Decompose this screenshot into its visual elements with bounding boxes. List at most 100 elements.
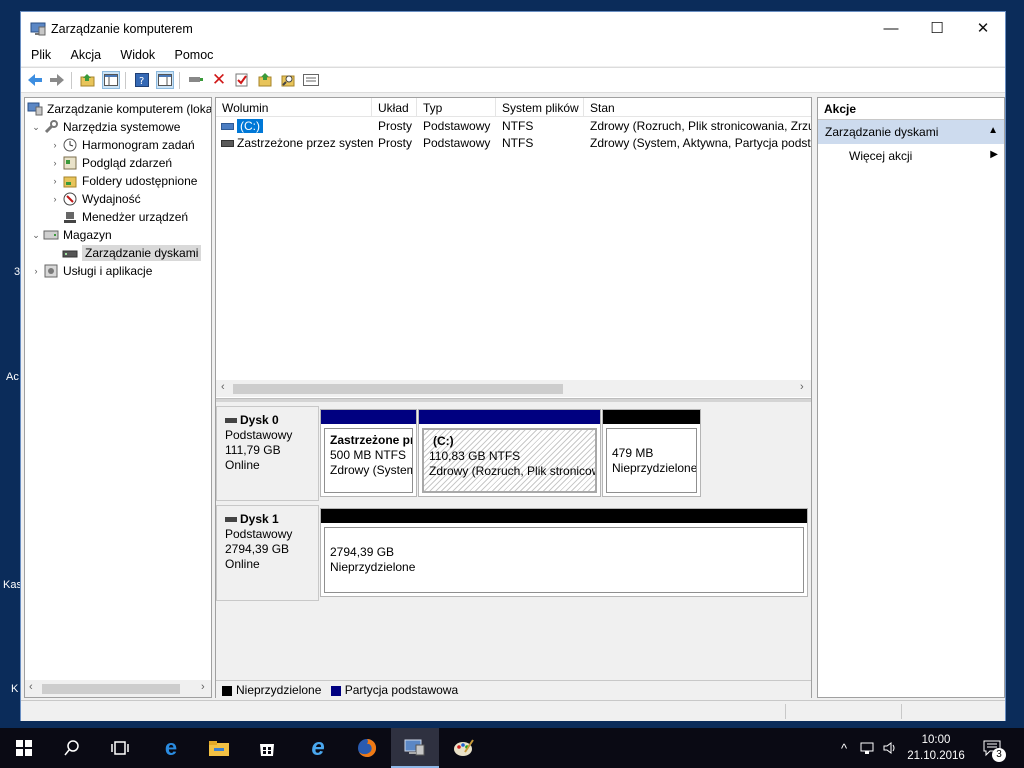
volume-list: Wolumin Układ Typ System plików Stan (C:… xyxy=(216,98,811,398)
status-bar-divider xyxy=(901,704,902,719)
tree-item-event-viewer[interactable]: › Podgląd zdarzeń xyxy=(48,154,173,172)
volume-list-horizontal-scrollbar[interactable]: ‹ › xyxy=(216,380,811,397)
actions-section-disk-management[interactable]: Zarządzanie dyskami ▲ xyxy=(818,120,1004,144)
chevron-down-icon[interactable]: ⌄ xyxy=(29,122,43,133)
internet-explorer-icon[interactable]: e xyxy=(294,728,342,768)
column-header-layout[interactable]: Układ xyxy=(372,98,417,117)
menu-plik[interactable]: Plik xyxy=(31,46,51,62)
chevron-right-icon[interactable]: › xyxy=(48,194,62,204)
network-icon[interactable] xyxy=(858,728,878,768)
maximize-button[interactable]: ☐ xyxy=(914,12,960,44)
center-pane: Wolumin Układ Typ System plików Stan (C:… xyxy=(215,97,812,698)
tree-item-task-scheduler[interactable]: › Harmonogram zadań xyxy=(48,136,195,154)
partition-block-unallocated[interactable]: 479 MB Nieprzydzielone xyxy=(602,409,701,497)
chevron-right-icon[interactable]: › xyxy=(48,158,62,168)
partition-status: Zdrowy (System xyxy=(330,463,413,477)
column-header-status[interactable]: Stan xyxy=(584,98,811,117)
show-hidden-icons-chevron-up-icon[interactable]: ^ xyxy=(836,728,852,768)
tree-item-label: Harmonogram zadań xyxy=(82,138,195,152)
action-more-actions[interactable]: Więcej akcji ▶ xyxy=(818,144,1004,168)
tree-item-storage[interactable]: ⌄ Magazyn xyxy=(29,226,111,244)
volume-name: (C:) xyxy=(237,119,263,133)
toolbar-separator xyxy=(125,72,126,89)
edge-browser-icon[interactable]: e xyxy=(147,728,195,768)
back-icon[interactable] xyxy=(26,71,44,89)
paint-icon[interactable] xyxy=(440,728,488,768)
chevron-right-icon[interactable]: › xyxy=(48,176,62,186)
scroll-right-icon[interactable]: › xyxy=(201,681,205,693)
export-icon[interactable] xyxy=(256,71,274,89)
search-icon[interactable] xyxy=(279,71,297,89)
table-row[interactable]: Zastrzeżone przez system Prosty Podstawo… xyxy=(216,135,811,152)
chevron-right-icon[interactable]: › xyxy=(48,140,62,150)
scrollbar-thumb[interactable] xyxy=(42,684,180,694)
volume-name: Zastrzeżone przez system xyxy=(237,136,373,150)
partition-block-unallocated[interactable]: 2794,39 GB Nieprzydzielone xyxy=(320,508,808,597)
partition-color-bar xyxy=(321,509,807,523)
minimize-button[interactable]: — xyxy=(868,12,914,44)
tree-item-services-applications[interactable]: › Usługi i aplikacje xyxy=(29,262,153,280)
disk-info[interactable]: Dysk 1 Podstawowy 2794,39 GB Online xyxy=(216,505,319,601)
actions-section-label: Zarządzanie dyskami xyxy=(825,125,939,139)
column-header-type[interactable]: Typ xyxy=(417,98,496,117)
show-hide-action-pane-icon[interactable] xyxy=(156,71,174,89)
performance-icon xyxy=(62,191,78,207)
file-explorer-icon[interactable] xyxy=(195,728,243,768)
store-icon[interactable] xyxy=(243,728,291,768)
start-button[interactable] xyxy=(0,728,48,768)
task-view-icon[interactable] xyxy=(96,728,144,768)
tree-item-shared-folders[interactable]: › Foldery udostępnione xyxy=(48,172,198,190)
title-bar[interactable]: Zarządzanie komputerem — ☐ ✕ xyxy=(21,12,1005,46)
menu-pomoc[interactable]: Pomoc xyxy=(175,46,214,62)
tree-horizontal-scrollbar[interactable]: ‹ › xyxy=(25,680,211,697)
tree-item-computer-management[interactable]: Zarządzanie komputerem (loka xyxy=(27,100,211,118)
chevron-right-icon[interactable]: › xyxy=(29,266,43,276)
partition-status: Nieprzydzielone xyxy=(330,560,416,574)
toolbar: ? ✕ xyxy=(21,67,1005,93)
chevron-down-icon[interactable]: ⌄ xyxy=(29,230,43,241)
partition-color-bar xyxy=(603,410,700,424)
table-row[interactable]: (C:) Prosty Podstawowy NTFS Zdrowy (Rozr… xyxy=(216,118,811,135)
forward-icon[interactable] xyxy=(48,71,66,89)
tree-item-system-tools[interactable]: ⌄ Narzędzia systemowe xyxy=(29,118,180,136)
disk-size: 111,79 GB xyxy=(225,443,281,457)
legend-swatch-primary xyxy=(330,685,341,696)
tree-item-performance[interactable]: › Wydajność xyxy=(48,190,141,208)
taskbar-clock[interactable]: 10:00 21.10.2016 xyxy=(900,732,972,764)
show-hide-tree-icon[interactable] xyxy=(102,71,120,89)
close-button[interactable]: ✕ xyxy=(960,12,1006,44)
scroll-left-icon[interactable]: ‹ xyxy=(221,381,225,393)
menu-akcja[interactable]: Akcja xyxy=(71,46,102,62)
collapse-up-icon[interactable]: ▲ xyxy=(988,125,998,136)
firefox-icon[interactable] xyxy=(343,728,391,768)
help-icon[interactable]: ? xyxy=(133,71,151,89)
search-icon[interactable] xyxy=(48,728,96,768)
partition-block-selected[interactable]: (C:) 110,83 GB NTFS Zdrowy (Rozruch, Pli… xyxy=(418,409,601,497)
pane-splitter[interactable] xyxy=(216,398,811,402)
tree-item-device-manager[interactable]: Menedżer urządzeń xyxy=(62,208,188,226)
tree-item-label: Narzędzia systemowe xyxy=(63,120,181,134)
actions-pane: Akcje Zarządzanie dyskami ▲ Więcej akcji… xyxy=(817,97,1005,698)
properties-icon[interactable] xyxy=(302,71,320,89)
check-icon[interactable] xyxy=(233,71,251,89)
up-folder-icon[interactable] xyxy=(79,71,97,89)
scroll-right-icon[interactable]: › xyxy=(800,381,804,393)
volume-icon[interactable] xyxy=(880,728,900,768)
column-header-filesystem[interactable]: System plików xyxy=(496,98,584,117)
menu-widok[interactable]: Widok xyxy=(120,46,155,62)
delete-icon[interactable]: ✕ xyxy=(210,70,228,89)
disk-info[interactable]: Dysk 0 Podstawowy 111,79 GB Online xyxy=(216,406,319,501)
clock-time: 10:00 xyxy=(921,734,951,746)
connect-icon[interactable] xyxy=(187,71,205,89)
shared-folder-icon xyxy=(62,173,78,189)
status-bar xyxy=(21,700,1005,721)
computer-management-icon xyxy=(30,21,46,37)
services-icon xyxy=(43,263,59,279)
tree-item-disk-management[interactable]: Zarządzanie dyskami xyxy=(62,244,202,262)
partition-block[interactable]: Zastrzeżone pr 500 MB NTFS Zdrowy (Syste… xyxy=(320,409,417,497)
scrollbar-thumb[interactable] xyxy=(233,384,563,394)
computer-management-taskbar-icon[interactable] xyxy=(391,728,439,768)
column-header-volume[interactable]: Wolumin xyxy=(216,98,372,117)
scroll-left-icon[interactable]: ‹ xyxy=(29,681,33,693)
partition-size: 110,83 GB NTFS xyxy=(429,449,521,463)
